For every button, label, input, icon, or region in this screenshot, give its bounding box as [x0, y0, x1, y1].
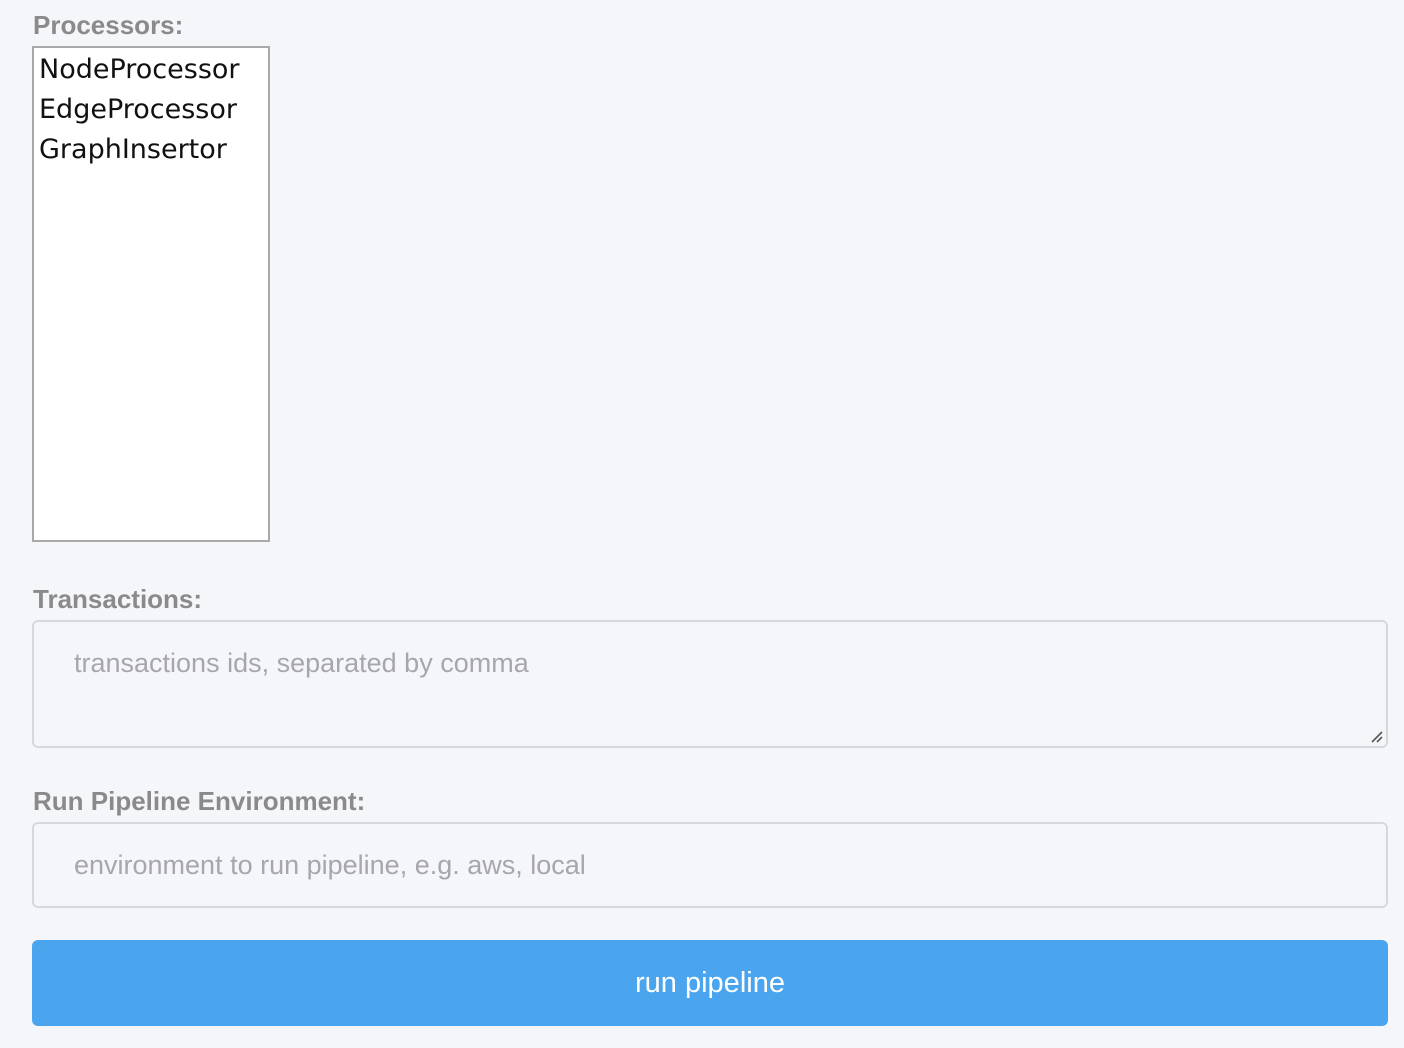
processor-option[interactable]: GraphInsertor — [34, 130, 268, 170]
resize-grip-icon[interactable] — [1369, 729, 1383, 743]
transactions-textarea[interactable]: transactions ids, separated by comma — [32, 620, 1388, 748]
processor-option[interactable]: EdgeProcessor — [34, 90, 268, 130]
environment-placeholder: environment to run pipeline, e.g. aws, l… — [74, 850, 586, 880]
processor-option[interactable]: NodeProcessor — [34, 50, 268, 90]
run-pipeline-button[interactable]: run pipeline — [32, 940, 1388, 1026]
transactions-label: Transactions: — [33, 584, 203, 614]
processors-label: Processors: — [33, 10, 184, 40]
environment-label: Run Pipeline Environment: — [33, 786, 366, 816]
processors-listbox[interactable]: NodeProcessor EdgeProcessor GraphInserto… — [32, 46, 270, 542]
environment-input[interactable]: environment to run pipeline, e.g. aws, l… — [32, 822, 1388, 908]
pipeline-form: Processors: NodeProcessor EdgeProcessor … — [0, 0, 1404, 1048]
transactions-placeholder: transactions ids, separated by comma — [74, 648, 529, 678]
